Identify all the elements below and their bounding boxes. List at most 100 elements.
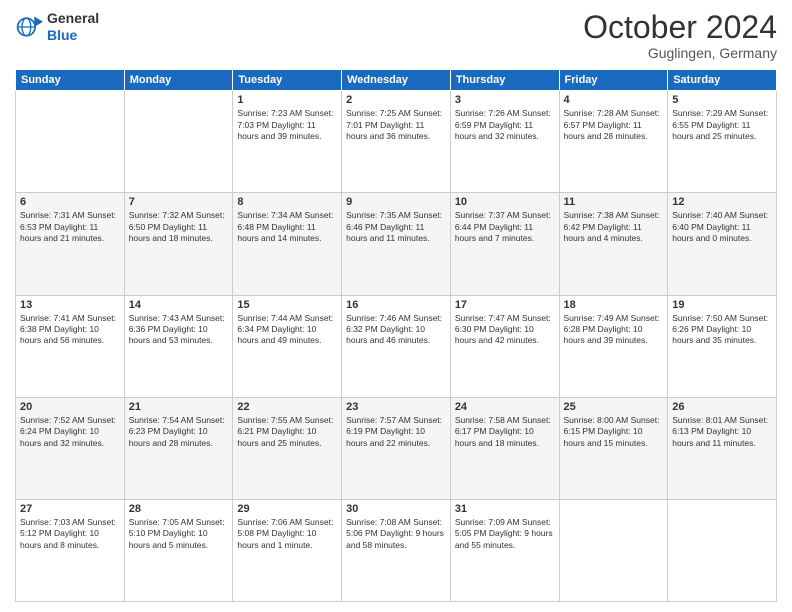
calendar-cell: 10 Sunrise: 7:37 AM Sunset: 6:44 PM Dayli… [450,193,559,295]
day-number: 29 [237,503,337,515]
location: Guglingen, Germany [583,45,777,61]
cell-content: Sunrise: 7:31 AM Sunset: 6:53 PM Dayligh… [20,210,120,244]
calendar-week-row: 13 Sunrise: 7:41 AM Sunset: 6:38 PM Dayli… [16,295,777,397]
weekday-header: Saturday [668,70,777,91]
calendar-cell: 9 Sunrise: 7:35 AM Sunset: 6:46 PM Daylig… [342,193,451,295]
logo: General Blue [15,10,99,44]
logo-icon [15,13,43,41]
day-number: 28 [129,503,229,515]
logo-general: General [47,10,99,26]
cell-content: Sunrise: 7:29 AM Sunset: 6:55 PM Dayligh… [672,108,772,142]
day-number: 9 [346,196,446,208]
calendar-cell: 22 Sunrise: 7:55 AM Sunset: 6:21 PM Dayli… [233,397,342,499]
day-number: 11 [564,196,664,208]
calendar-cell: 14Sunrise: 7:43 AM Sunset: 6:36 PM Dayli… [124,295,233,397]
calendar-cell: 16 Sunrise: 7:46 AM Sunset: 6:32 PM Dayli… [342,295,451,397]
calendar-cell: 19 Sunrise: 7:50 AM Sunset: 6:26 PM Dayli… [668,295,777,397]
day-number: 24 [455,401,555,413]
calendar-cell: 3 Sunrise: 7:26 AM Sunset: 6:59 PM Daylig… [450,91,559,193]
day-number: 27 [20,503,120,515]
weekday-header: Wednesday [342,70,451,91]
cell-content: Sunrise: 7:54 AM Sunset: 6:23 PM Dayligh… [129,415,229,449]
cell-content: Sunrise: 7:06 AM Sunset: 5:08 PM Dayligh… [237,517,337,551]
day-number: 23 [346,401,446,413]
logo-blue: Blue [47,27,77,43]
calendar-cell: 17 Sunrise: 7:47 AM Sunset: 6:30 PM Dayli… [450,295,559,397]
calendar-cell [668,499,777,601]
day-number: 22 [237,401,337,413]
day-number: 19 [672,299,772,311]
calendar-week-row: 1 Sunrise: 7:23 AM Sunset: 7:03 PM Daylig… [16,91,777,193]
calendar-cell: 23 Sunrise: 7:57 AM Sunset: 6:19 PM Dayli… [342,397,451,499]
calendar-cell: 31Sunrise: 7:09 AM Sunset: 5:05 PM Dayli… [450,499,559,601]
cell-content: Sunrise: 7:37 AM Sunset: 6:44 PM Dayligh… [455,210,555,244]
day-number: 18 [564,299,664,311]
calendar-cell: 2Sunrise: 7:25 AM Sunset: 7:01 PM Daylig… [342,91,451,193]
cell-content: Sunrise: 7:46 AM Sunset: 6:32 PM Dayligh… [346,313,446,347]
day-number: 2 [346,94,446,106]
day-number: 4 [564,94,664,106]
calendar-cell: 15 Sunrise: 7:44 AM Sunset: 6:34 PM Dayli… [233,295,342,397]
calendar-cell: 30 Sunrise: 7:08 AM Sunset: 5:06 PM Dayli… [342,499,451,601]
day-number: 30 [346,503,446,515]
calendar-cell: 26 Sunrise: 8:01 AM Sunset: 6:13 PM Dayli… [668,397,777,499]
day-number: 10 [455,196,555,208]
header: General Blue October 2024 Guglingen, Ger… [15,10,777,61]
weekday-header: Tuesday [233,70,342,91]
day-number: 16 [346,299,446,311]
calendar-cell: 18Sunrise: 7:49 AM Sunset: 6:28 PM Dayli… [559,295,668,397]
month-title: October 2024 [583,10,777,45]
cell-content: Sunrise: 7:38 AM Sunset: 6:42 PM Dayligh… [564,210,664,244]
page: General Blue October 2024 Guglingen, Ger… [0,0,792,612]
cell-content: Sunrise: 7:43 AM Sunset: 6:36 PM Dayligh… [129,313,229,347]
cell-content: Sunrise: 7:41 AM Sunset: 6:38 PM Dayligh… [20,313,120,347]
calendar-cell: 28 Sunrise: 7:05 AM Sunset: 5:10 PM Dayli… [124,499,233,601]
day-number: 7 [129,196,229,208]
weekday-header: Thursday [450,70,559,91]
cell-content: Sunrise: 7:47 AM Sunset: 6:30 PM Dayligh… [455,313,555,347]
calendar-cell: 4Sunrise: 7:28 AM Sunset: 6:57 PM Daylig… [559,91,668,193]
cell-content: Sunrise: 7:32 AM Sunset: 6:50 PM Dayligh… [129,210,229,244]
weekday-header: Monday [124,70,233,91]
day-number: 5 [672,94,772,106]
cell-content: Sunrise: 7:26 AM Sunset: 6:59 PM Dayligh… [455,108,555,142]
calendar-cell: 27 Sunrise: 7:03 AM Sunset: 5:12 PM Dayli… [16,499,125,601]
cell-content: Sunrise: 7:03 AM Sunset: 5:12 PM Dayligh… [20,517,120,551]
logo-text: General Blue [47,10,99,44]
cell-content: Sunrise: 8:01 AM Sunset: 6:13 PM Dayligh… [672,415,772,449]
calendar-cell: 5 Sunrise: 7:29 AM Sunset: 6:55 PM Daylig… [668,91,777,193]
cell-content: Sunrise: 7:44 AM Sunset: 6:34 PM Dayligh… [237,313,337,347]
cell-content: Sunrise: 7:55 AM Sunset: 6:21 PM Dayligh… [237,415,337,449]
calendar-week-row: 27 Sunrise: 7:03 AM Sunset: 5:12 PM Dayli… [16,499,777,601]
cell-content: Sunrise: 7:40 AM Sunset: 6:40 PM Dayligh… [672,210,772,244]
day-number: 17 [455,299,555,311]
calendar-cell: 24 Sunrise: 7:58 AM Sunset: 6:17 PM Dayli… [450,397,559,499]
day-number: 3 [455,94,555,106]
cell-content: Sunrise: 7:35 AM Sunset: 6:46 PM Dayligh… [346,210,446,244]
cell-content: Sunrise: 7:09 AM Sunset: 5:05 PM Dayligh… [455,517,555,551]
day-number: 20 [20,401,120,413]
calendar-cell: 29 Sunrise: 7:06 AM Sunset: 5:08 PM Dayli… [233,499,342,601]
day-number: 25 [564,401,664,413]
day-number: 21 [129,401,229,413]
day-number: 26 [672,401,772,413]
day-number: 8 [237,196,337,208]
calendar-cell: 11 Sunrise: 7:38 AM Sunset: 6:42 PM Dayli… [559,193,668,295]
day-number: 15 [237,299,337,311]
calendar-cell [16,91,125,193]
calendar-table: SundayMondayTuesdayWednesdayThursdayFrid… [15,69,777,602]
title-block: October 2024 Guglingen, Germany [583,10,777,61]
cell-content: Sunrise: 7:05 AM Sunset: 5:10 PM Dayligh… [129,517,229,551]
day-number: 1 [237,94,337,106]
cell-content: Sunrise: 7:57 AM Sunset: 6:19 PM Dayligh… [346,415,446,449]
cell-content: Sunrise: 7:58 AM Sunset: 6:17 PM Dayligh… [455,415,555,449]
weekday-header: Friday [559,70,668,91]
cell-content: Sunrise: 7:50 AM Sunset: 6:26 PM Dayligh… [672,313,772,347]
cell-content: Sunrise: 7:08 AM Sunset: 5:06 PM Dayligh… [346,517,446,551]
day-number: 13 [20,299,120,311]
calendar-cell: 1 Sunrise: 7:23 AM Sunset: 7:03 PM Daylig… [233,91,342,193]
calendar-cell: 6Sunrise: 7:31 AM Sunset: 6:53 PM Daylig… [16,193,125,295]
cell-content: Sunrise: 7:52 AM Sunset: 6:24 PM Dayligh… [20,415,120,449]
calendar-cell [124,91,233,193]
cell-content: Sunrise: 7:23 AM Sunset: 7:03 PM Dayligh… [237,108,337,142]
